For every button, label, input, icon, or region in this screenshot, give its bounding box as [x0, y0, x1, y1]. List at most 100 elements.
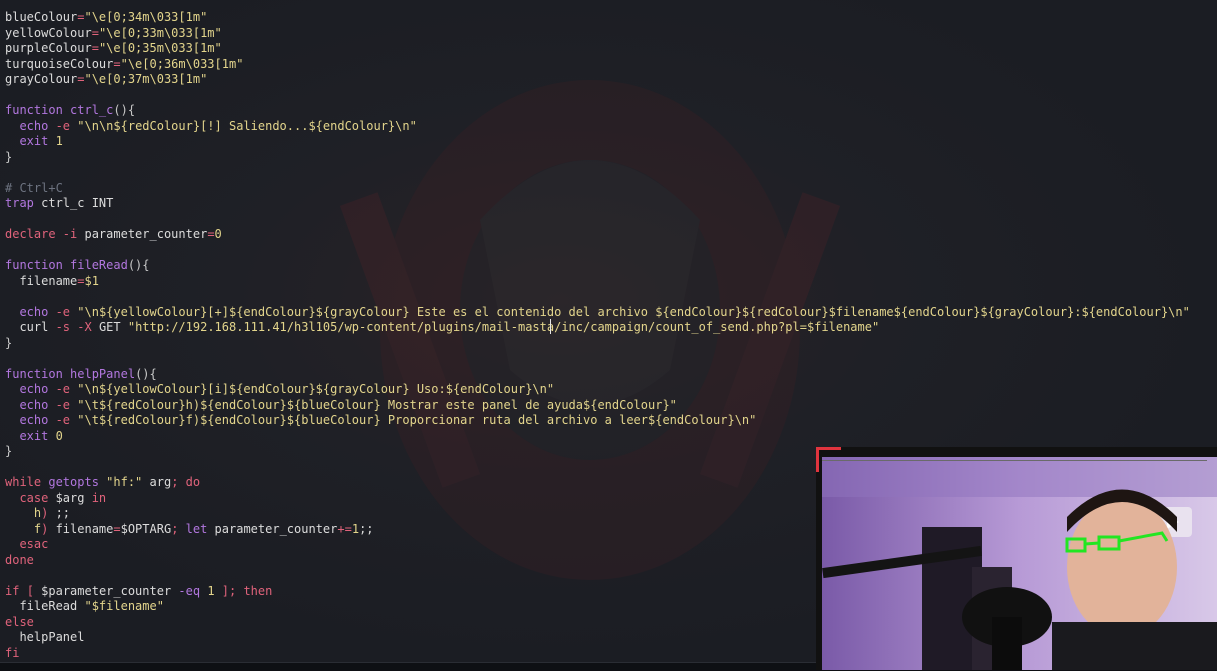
code-token: [ [26, 583, 42, 598]
code-token: while [5, 475, 49, 489]
code-line[interactable]: turquoiseColour="\e[0;36m\033[1m" [5, 57, 1217, 73]
code-token: getopts [48, 475, 107, 489]
code-token: in [91, 490, 107, 505]
code-token: "hf:" [106, 475, 150, 489]
code-token: "http://192.168.111.41/h3l105/wp-content… [127, 320, 880, 334]
code-token: echo [5, 382, 56, 396]
code-token: do [185, 475, 201, 489]
code-token: esac [5, 537, 49, 551]
code-token: else [5, 614, 34, 629]
code-token: grayColour [5, 72, 78, 86]
code-line[interactable]: exit 1 [5, 134, 1217, 150]
code-token: } [5, 149, 13, 164]
code-token: if [5, 583, 27, 598]
code-token: h [5, 506, 42, 520]
code-token: done [5, 552, 34, 567]
code-token: $parameter_counter [41, 583, 179, 598]
code-token: ctrl_c [70, 103, 114, 117]
code-token: = [91, 25, 99, 40]
code-line[interactable]: blueColour="\e[0;34m\033[1m" [5, 10, 1217, 26]
code-line[interactable]: declare -i parameter_counter=0 [5, 227, 1217, 243]
code-token: += [337, 521, 352, 536]
code-line[interactable] [5, 243, 1217, 259]
code-token: 0 [55, 428, 63, 443]
code-token: ]; then [221, 583, 273, 598]
code-token: ) [41, 521, 56, 536]
code-token: 0 [214, 227, 222, 241]
code-token: ;; [359, 521, 374, 536]
code-token: fileRead [5, 599, 85, 613]
code-token: ; [171, 475, 186, 489]
code-line[interactable]: yellowColour="\e[0;33m\033[1m" [5, 26, 1217, 42]
code-token: "\e[0;35m\033[1m" [98, 41, 222, 55]
code-token: 1 [55, 134, 63, 148]
code-token: "$filename" [84, 599, 164, 613]
code-token: -e [55, 397, 78, 412]
code-line[interactable]: function ctrl_c(){ [5, 103, 1217, 119]
webcam-frame-corner [816, 447, 841, 472]
code-token: f [5, 521, 42, 536]
code-token: $arg [55, 490, 92, 505]
code-line[interactable] [5, 351, 1217, 367]
code-token: "\e[0;36m\033[1m" [120, 56, 244, 71]
code-token: fi [5, 645, 20, 660]
text-cursor [550, 319, 551, 334]
code-token: = [91, 41, 99, 55]
code-token: function [5, 258, 71, 272]
code-line[interactable]: trap ctrl_c INT [5, 196, 1217, 212]
code-token: echo [5, 118, 56, 133]
code-token: = [207, 227, 215, 241]
code-line[interactable]: filename=$1 [5, 274, 1217, 290]
code-token: = [113, 56, 121, 71]
code-token: parameter_counter [214, 521, 338, 536]
code-line[interactable]: function fileRead(){ [5, 258, 1217, 274]
code-token: "\n${yellowColour}[+]${endColour}${grayC… [77, 304, 1190, 319]
code-token: (){ [127, 258, 150, 272]
code-token: (){ [135, 366, 157, 381]
code-line[interactable]: purpleColour="\e[0;35m\033[1m" [5, 41, 1217, 57]
code-line[interactable]: function helpPanel(){ [5, 367, 1217, 383]
code-line[interactable]: echo -e "\n${yellowColour}[+]${endColour… [5, 305, 1217, 321]
code-token: exit [5, 134, 56, 148]
code-token: parameter_counter [84, 227, 208, 241]
code-line[interactable]: echo -e "\t${redColour}h)${endColour}${b… [5, 398, 1217, 414]
code-token: "\t${redColour}f)${endColour}${blueColou… [77, 413, 757, 427]
code-token: exit [5, 428, 56, 443]
code-token: echo [5, 304, 56, 319]
code-token: } [5, 335, 13, 350]
code-line[interactable]: } [5, 336, 1217, 352]
code-line[interactable]: } [5, 150, 1217, 166]
code-line[interactable]: exit 0 [5, 429, 1217, 445]
code-token: function [5, 366, 71, 381]
code-token: -s -X [55, 320, 99, 334]
code-token: GET [98, 320, 128, 334]
code-line[interactable]: grayColour="\e[0;37m\033[1m" [5, 72, 1217, 88]
code-line[interactable]: echo -e "\n${yellowColour}[i]${endColour… [5, 382, 1217, 398]
code-token: arg [149, 475, 172, 489]
code-token: ctrl_c INT [41, 196, 114, 210]
code-token: helpPanel [70, 366, 136, 381]
code-token: # Ctrl+C [5, 180, 63, 195]
code-token: echo [5, 413, 56, 427]
code-line[interactable]: # Ctrl+C [5, 181, 1217, 197]
code-token: ) [41, 506, 56, 520]
code-line[interactable] [5, 88, 1217, 104]
code-line[interactable]: echo -e "\t${redColour}f)${endColour}${b… [5, 413, 1217, 429]
code-token: filename [55, 521, 114, 536]
code-token: = [113, 521, 121, 536]
code-token: "\e[0;34m\033[1m" [84, 10, 208, 24]
webcam-frame-line [822, 460, 1207, 461]
code-token: echo [5, 397, 56, 412]
code-token: blueColour [5, 10, 78, 24]
code-token: yellowColour [5, 25, 92, 40]
code-line[interactable]: curl -s -X GET "http://192.168.111.41/h3… [5, 320, 1217, 336]
code-line[interactable] [5, 165, 1217, 181]
code-token: curl [5, 320, 56, 334]
code-token: (){ [113, 103, 136, 117]
code-line[interactable] [5, 212, 1217, 228]
code-token: $1 [84, 273, 99, 288]
code-token: $OPTARG [120, 521, 172, 536]
code-line[interactable]: echo -e "\n\n${redColour}[!] Saliendo...… [5, 119, 1217, 135]
code-token: "\e[0;33m\033[1m" [98, 25, 222, 40]
code-line[interactable] [5, 289, 1217, 305]
